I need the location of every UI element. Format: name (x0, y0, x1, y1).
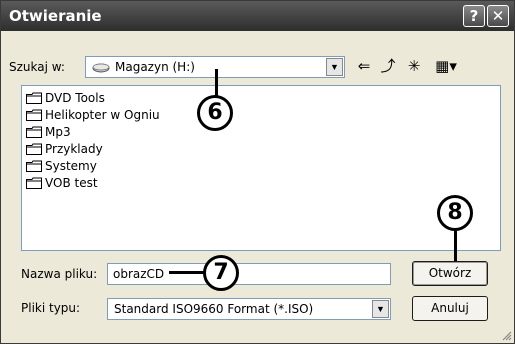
file-name: VOB test (45, 176, 98, 190)
file-list[interactable]: DVD Tools Helikopter w Ogniu Mp3 Przykla… (21, 85, 501, 251)
views-menu-icon[interactable]: ▦▾ (429, 56, 463, 76)
file-name: Przyklady (45, 142, 103, 156)
list-item[interactable]: Systemy (26, 158, 97, 174)
chevron-down-icon[interactable]: ▼ (372, 300, 389, 318)
up-folder-icon[interactable]: ⤴ (377, 56, 399, 76)
list-item[interactable]: Mp3 (26, 124, 71, 140)
file-name: Mp3 (45, 125, 71, 139)
open-button[interactable]: Otwórz (412, 261, 488, 286)
file-name-input[interactable]: obrazCD (107, 263, 391, 285)
callout-6: 6 (197, 95, 233, 131)
folder-icon (26, 177, 42, 189)
close-button[interactable]: ✕ (487, 5, 509, 27)
callout-7: 7 (203, 255, 239, 291)
cancel-button[interactable]: Anuluj (412, 296, 488, 321)
folder-icon (26, 143, 42, 155)
chevron-down-icon[interactable]: ▼ (326, 58, 343, 76)
title-bar[interactable]: Otwieranie ? ✕ (1, 1, 514, 31)
list-item[interactable]: VOB test (26, 175, 98, 191)
help-button[interactable]: ? (463, 5, 485, 27)
list-item[interactable]: Helikopter w Ogniu (26, 107, 160, 123)
folder-icon (26, 126, 42, 138)
callout-7-line (169, 271, 205, 274)
file-name-value: obrazCD (113, 267, 165, 281)
back-icon[interactable]: ⇐ (353, 56, 375, 76)
window-title: Otwieranie (9, 7, 102, 25)
resize-grip-icon[interactable] (500, 329, 512, 341)
folder-icon (26, 109, 42, 121)
file-name: DVD Tools (45, 91, 105, 105)
look-in-value: Magazyn (H:) (115, 60, 195, 74)
callout-8-line (454, 231, 457, 261)
folder-icon (26, 92, 42, 104)
folder-icon (26, 160, 42, 172)
file-name: Systemy (45, 159, 97, 173)
file-type-dropdown[interactable]: Standard ISO9660 Format (*.ISO) ▼ (107, 298, 391, 320)
look-in-value-wrap: Magazyn (H:) (92, 60, 195, 74)
file-type-value: Standard ISO9660 Format (*.ISO) (114, 302, 314, 316)
list-item[interactable]: DVD Tools (26, 90, 105, 106)
new-folder-icon[interactable]: ✳ (403, 56, 425, 76)
open-dialog: Otwieranie ? ✕ Szukaj w: Magazyn (H:) ▼ … (0, 0, 515, 344)
file-name: Helikopter w Ogniu (45, 108, 160, 122)
file-name-label: Nazwa pliku: (21, 267, 98, 281)
look-in-label: Szukaj w: (9, 60, 65, 74)
drive-icon (92, 63, 110, 72)
callout-6-line (215, 69, 218, 97)
callout-8: 8 (437, 195, 473, 231)
file-type-label: Pliki typu: (21, 301, 81, 315)
list-item[interactable]: Przyklady (26, 141, 103, 157)
